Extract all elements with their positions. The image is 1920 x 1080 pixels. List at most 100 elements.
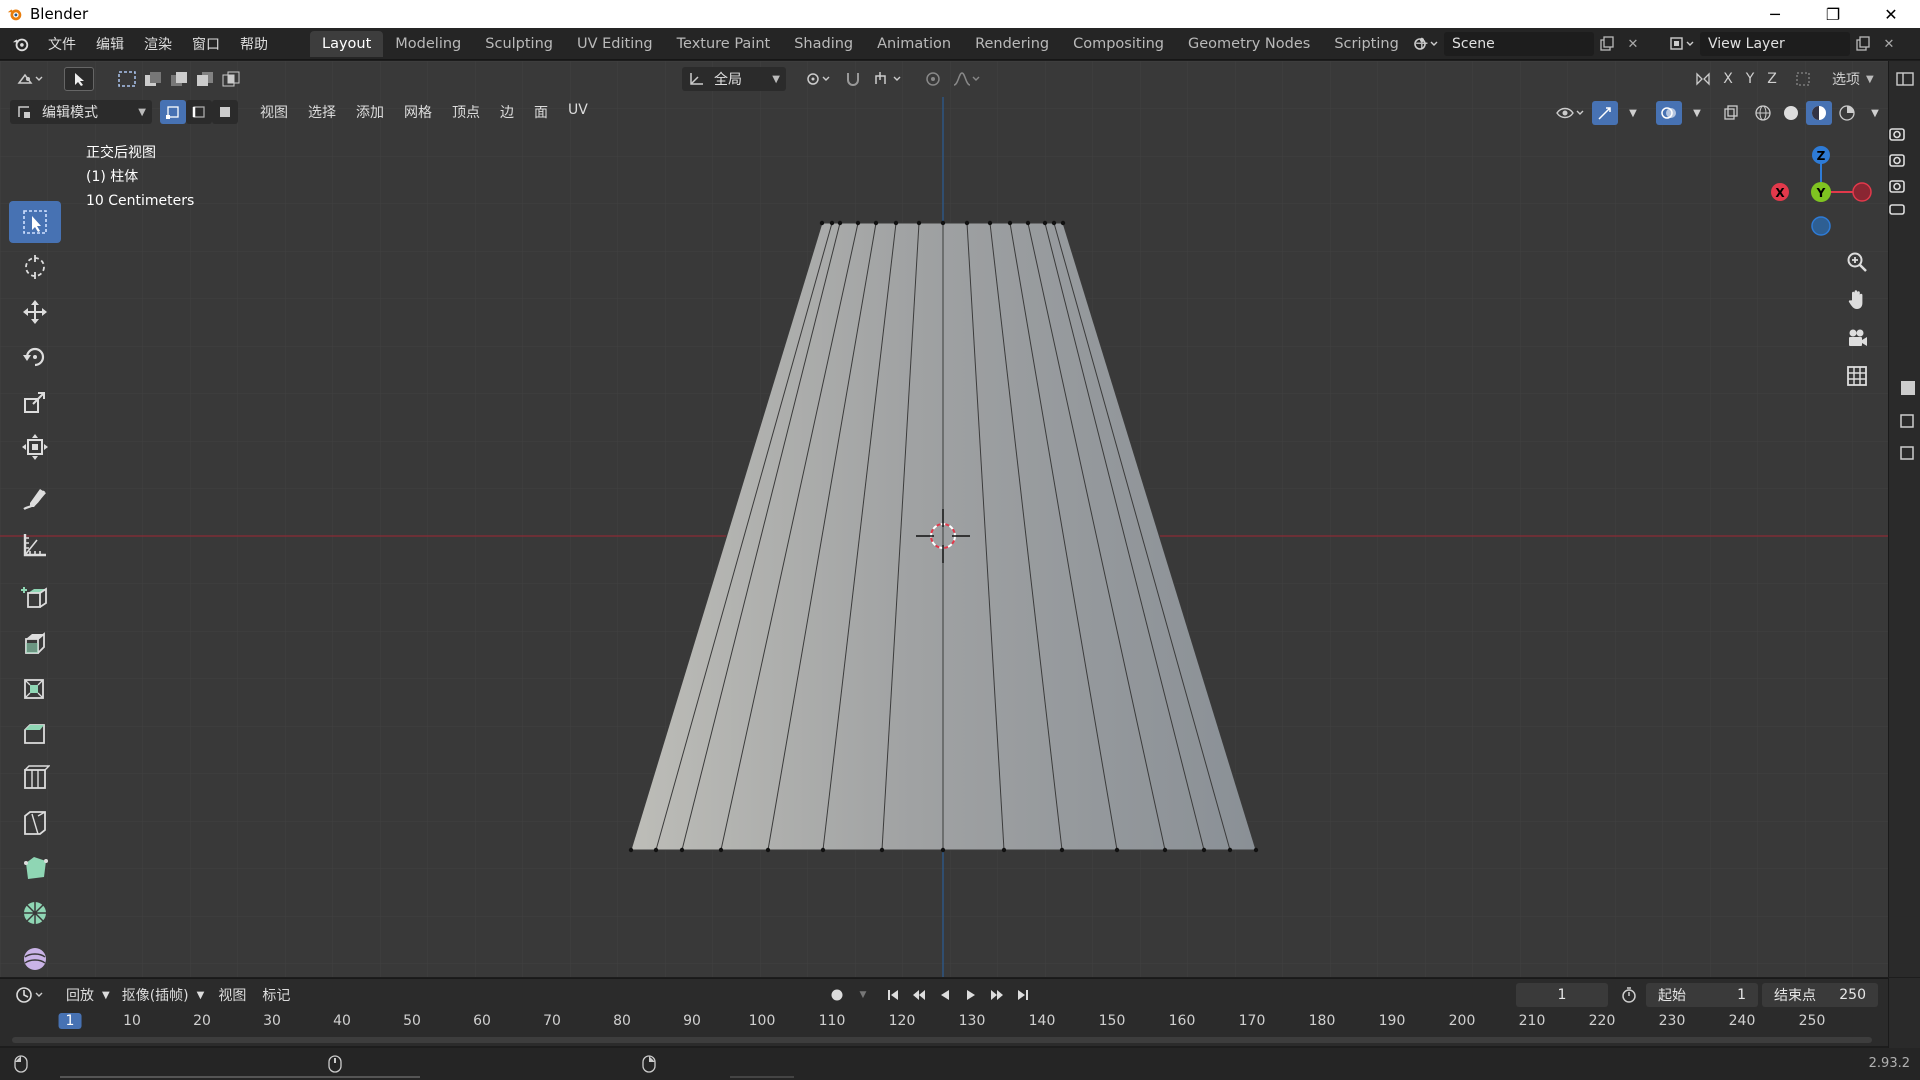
zoom-icon[interactable] [1842,247,1872,277]
overlays-dropdown-icon[interactable]: ▼ [1684,101,1710,125]
play-icon[interactable] [958,983,984,1007]
tool-smooth[interactable] [9,937,61,977]
blender-menu-icon[interactable] [10,33,32,55]
view-layer-name-field[interactable]: View Layer [1700,32,1850,56]
tool-cursor[interactable] [9,246,61,288]
mirror-z-button[interactable]: Z [1762,67,1782,91]
gizmo-dropdown-icon[interactable]: ▼ [1620,101,1646,125]
tool-bevel[interactable] [9,712,61,754]
close-button[interactable]: ✕ [1862,0,1920,28]
timeline-menu-marker[interactable]: 标记 [254,985,298,1005]
tool-annotate[interactable] [9,479,61,521]
shading-dropdown-icon[interactable]: ▼ [1862,101,1888,125]
view-layer-icon[interactable] [1664,32,1700,56]
select-subtract-icon[interactable] [166,67,192,91]
menu-file[interactable]: 文件 [38,34,86,54]
select-extend-icon[interactable] [140,67,166,91]
menu-vertex[interactable]: 顶点 [442,102,490,122]
tool-move[interactable] [9,291,61,333]
shading-rendered-icon[interactable] [1834,101,1860,125]
transform-orientation-select[interactable]: 全局 ▼ [682,67,786,91]
select-invert-icon[interactable] [192,67,218,91]
keying-menu[interactable]: 抠像(插帧) ▼ [115,983,211,1007]
mirror-options-icon[interactable] [1690,67,1716,91]
editor-type-icon[interactable] [12,67,50,91]
gizmo-toggle-icon[interactable] [1592,101,1618,125]
mirror-x-button[interactable]: X [1718,67,1738,91]
3d-viewport[interactable]: 全局 ▼ X Y Z 选项 ▼ 编辑模式 ▼ 视图 选择 添加 网格 顶点 边 … [0,61,1888,977]
select-tool-icon[interactable] [64,67,94,91]
overlays-toggle-icon[interactable] [1656,101,1682,125]
tool-loop-cut[interactable] [9,757,61,799]
menu-view[interactable]: 视图 [250,102,298,122]
tool-select-box[interactable] [9,201,61,243]
pan-hand-icon[interactable] [1842,285,1872,315]
scene-name-field[interactable]: Scene [1444,32,1594,56]
tool-measure[interactable] [9,524,61,566]
tool-inset[interactable] [9,667,61,709]
jump-start-icon[interactable] [880,983,906,1007]
tool-scale[interactable] [9,381,61,423]
menu-mesh[interactable]: 网格 [394,102,442,122]
select-box-mode-icon[interactable] [114,67,140,91]
menu-window[interactable]: 窗口 [182,34,230,54]
timeline-scrollbar[interactable] [12,1037,1872,1043]
mirror-y-button[interactable]: Y [1740,67,1760,91]
preview-range-icon[interactable] [1616,983,1642,1007]
playback-menu[interactable]: 回放 ▼ [60,983,116,1007]
sidebar-tab-icon[interactable] [1899,381,1915,465]
tab-compositing[interactable]: Compositing [1061,31,1176,57]
xray-toggle-icon[interactable] [1718,101,1744,125]
frame-marker-current[interactable]: 1 [58,1013,82,1029]
play-reverse-icon[interactable] [932,983,958,1007]
jump-keyframe-back-icon[interactable] [906,983,932,1007]
snap-target-icon[interactable] [870,67,908,91]
end-frame-field[interactable]: 结束点 250 [1762,983,1878,1007]
timeline-editor-type-icon[interactable] [12,983,50,1007]
minimize-button[interactable]: ─ [1746,0,1804,28]
new-view-layer-icon[interactable] [1850,32,1876,56]
menu-add[interactable]: 添加 [346,102,394,122]
shading-wireframe-icon[interactable] [1750,101,1776,125]
tool-spin[interactable] [9,892,61,934]
snap-toggle-icon[interactable] [840,67,866,91]
proportional-falloff-icon[interactable] [950,67,984,91]
tool-poly-build[interactable] [9,847,61,889]
tool-add-cube[interactable] [9,577,61,619]
navigation-gizmo[interactable]: Z X Y [1766,137,1876,247]
menu-edge[interactable]: 边 [490,102,524,122]
autokey-dropdown-icon[interactable]: ▼ [850,983,876,1007]
mode-select[interactable]: 编辑模式 ▼ [10,100,152,124]
tab-sculpting[interactable]: Sculpting [473,31,565,57]
tool-extrude[interactable] [9,622,61,664]
jump-end-icon[interactable] [1010,983,1036,1007]
auto-merge-icon[interactable] [1790,67,1816,91]
tab-layout[interactable]: Layout [310,30,384,57]
render-camera-icons[interactable] [1886,125,1908,219]
tool-rotate[interactable] [9,336,61,378]
menu-render[interactable]: 渲染 [134,34,182,54]
start-frame-field[interactable]: 起始 1 [1646,983,1758,1007]
tab-uv-editing[interactable]: UV Editing [565,31,665,57]
timeline-ruler[interactable]: 1 10 20 30 40 50 60 70 80 90 100 110 120… [0,1011,1888,1033]
tool-transform[interactable] [9,426,61,468]
tab-scripting[interactable]: Scripting [1322,31,1410,57]
face-select-icon[interactable] [212,100,238,124]
vertex-select-icon[interactable] [160,100,186,124]
menu-select[interactable]: 选择 [298,102,346,122]
timeline-menu-view[interactable]: 视图 [210,985,254,1005]
current-frame-field[interactable]: 1 [1516,983,1608,1007]
scene-icon[interactable] [1408,32,1444,56]
visibility-eye-icon[interactable] [1552,101,1590,125]
tab-animation[interactable]: Animation [865,31,963,57]
restore-button[interactable]: ❐ [1804,0,1862,28]
camera-view-icon[interactable] [1842,323,1872,353]
menu-uv[interactable]: UV [558,102,598,122]
new-scene-icon[interactable] [1594,32,1620,56]
tab-geometry-nodes[interactable]: Geometry Nodes [1176,31,1322,57]
select-intersect-icon[interactable] [218,67,244,91]
pivot-point-icon[interactable] [802,67,836,91]
tab-rendering[interactable]: Rendering [963,31,1061,57]
remove-view-layer-icon[interactable]: ✕ [1876,32,1902,56]
menu-face[interactable]: 面 [524,102,558,122]
